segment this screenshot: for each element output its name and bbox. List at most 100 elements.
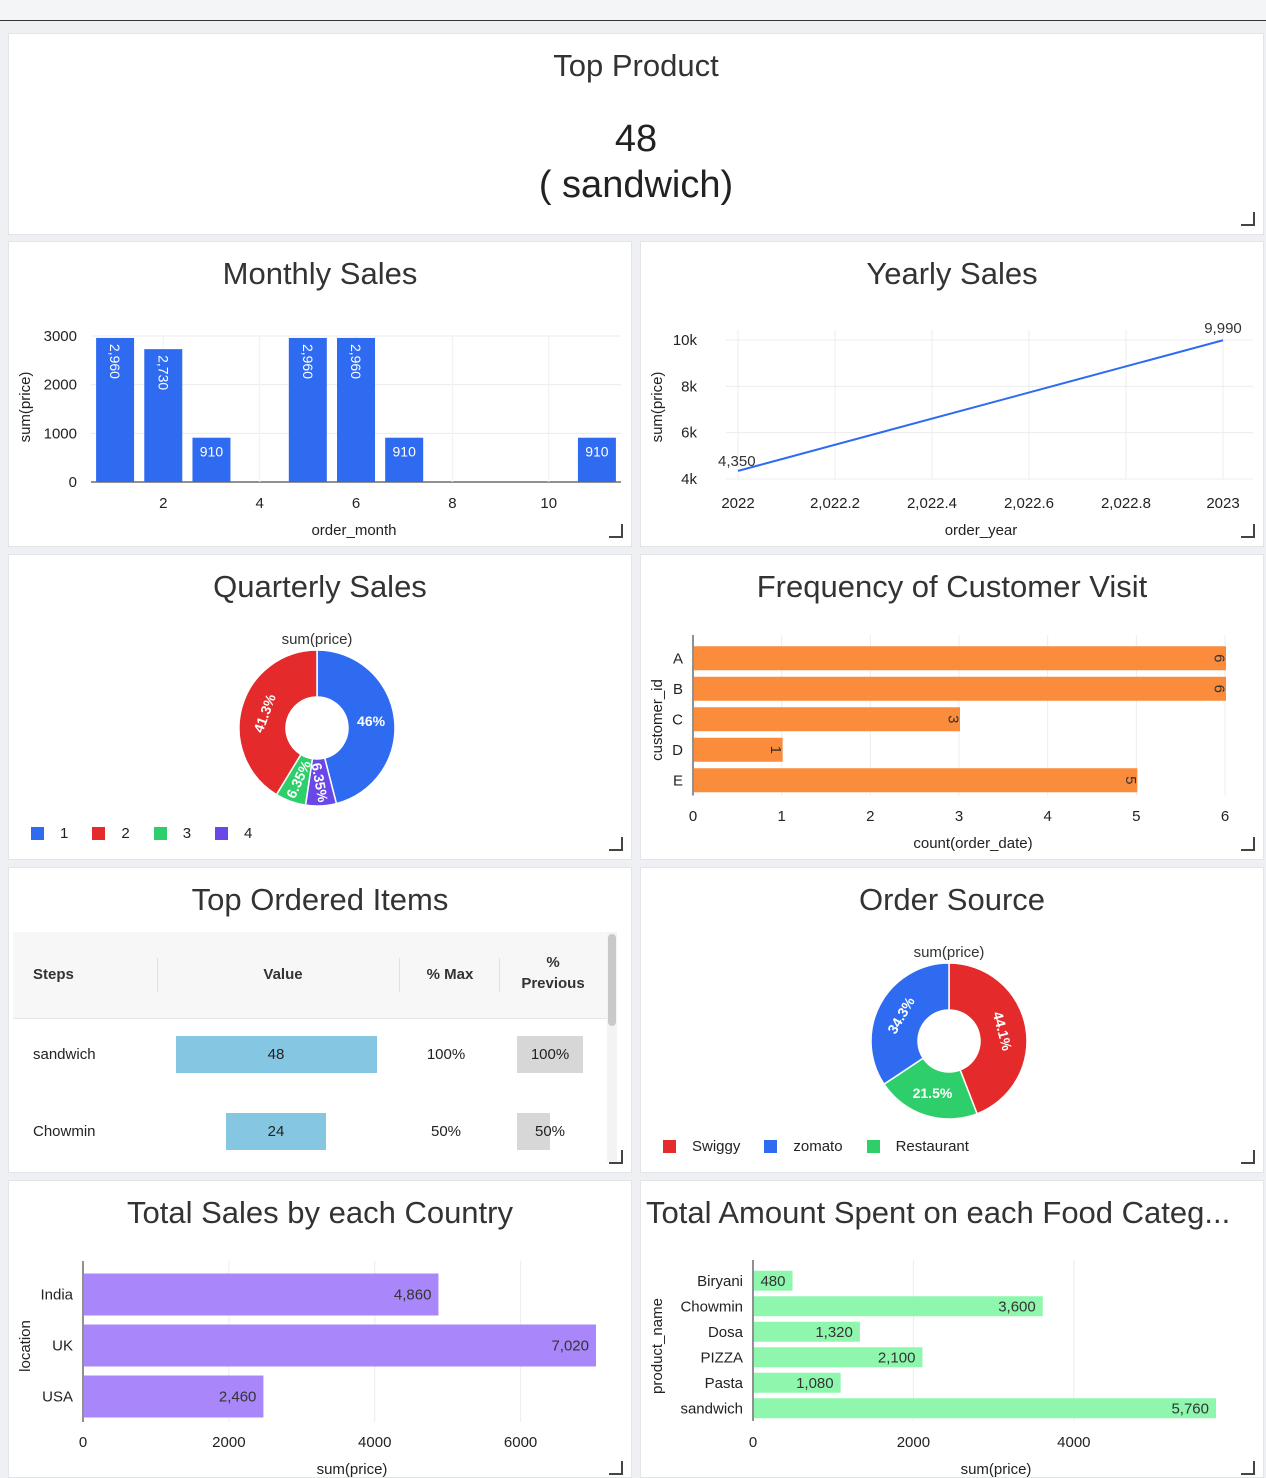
bar	[694, 646, 1226, 671]
bar	[694, 768, 1138, 793]
legend-item[interactable]: Restaurant	[866, 1138, 969, 1155]
data-label: 5	[1122, 776, 1139, 784]
funnel-previous-label: 50%	[534, 1123, 566, 1140]
y-tick-label: C	[672, 711, 683, 728]
x-tick-label: 4000	[358, 1434, 391, 1451]
data-label: 2,960	[107, 344, 123, 379]
header-previous-line1: %	[546, 954, 560, 971]
x-tick-label: 1	[777, 808, 785, 825]
legend-item[interactable]: Swiggy	[663, 1138, 740, 1155]
funnel-table-header: Steps Value % Max % Previous	[13, 932, 607, 1019]
x-axis-label: order_year	[945, 522, 1018, 539]
country-sales-chart: 0 2000 4000 6000 India 4,860 UK 7,020 USA 2,460 su…	[17, 1261, 596, 1478]
header-previous[interactable]: % Previous	[503, 954, 603, 992]
funnel-previous-label: 100%	[530, 1046, 570, 1063]
y-tick-label: 1000	[44, 425, 77, 442]
resize-handle[interactable]	[1241, 1461, 1255, 1475]
data-label: 910	[200, 444, 224, 460]
customer-visit-panel[interactable]: Frequency of Customer Visit 0123456A6B6C…	[640, 554, 1264, 860]
y-tick-label: B	[673, 681, 683, 698]
funnel-max-label: 50%	[430, 1123, 462, 1140]
customer-visit-chart: 0 1 2 3 4 5 6 A 6 B 6 C 3 D 1 E 5 count(order_date) custom…	[649, 635, 1229, 852]
y-tick-label: E	[673, 772, 683, 789]
funnel-value-label: 24	[267, 1123, 285, 1140]
legend-swatch	[663, 1140, 676, 1153]
bar	[84, 1273, 439, 1316]
funnel-step-label: Chowmin	[33, 1123, 96, 1140]
x-tick-label: 2022	[721, 495, 754, 512]
y-tick-label: Biryani	[697, 1273, 743, 1290]
legend-item[interactable]: zomato	[764, 1138, 843, 1155]
header-steps[interactable]: Steps	[33, 966, 74, 983]
y-tick-label: sandwich	[680, 1400, 743, 1417]
scrollbar[interactable]	[607, 932, 617, 1162]
y-tick-label: UK	[52, 1338, 73, 1355]
resize-handle[interactable]	[1241, 524, 1255, 538]
x-axis-label: sum(price)	[961, 1461, 1032, 1478]
x-tick-label: 2,022.8	[1101, 495, 1151, 512]
x-tick-label: 2,022.6	[1004, 495, 1054, 512]
x-tick-label: 0	[749, 1434, 757, 1451]
data-label: 9,990	[1204, 320, 1242, 337]
legend-swatch	[866, 1140, 880, 1153]
data-label: 480	[760, 1273, 785, 1290]
country-sales-panel[interactable]: Total Sales by each Country 0 2000 4000 600…	[8, 1180, 632, 1478]
legend-label: 4	[244, 825, 253, 842]
resize-handle[interactable]	[1241, 1150, 1255, 1164]
x-tick-label: 5	[1132, 808, 1140, 825]
data-label: 4,860	[394, 1287, 432, 1304]
quarterly-sales-panel[interactable]: Quarterly Sales 46% 6.35% 6.35% 41.3% sum(pr…	[8, 554, 632, 860]
data-label: 910	[393, 444, 417, 460]
app-top-bar	[0, 0, 1266, 21]
order-source-panel[interactable]: Order Source 44.1% 21.5% 34.3% sum(price) S…	[640, 867, 1264, 1173]
scrollbar-thumb[interactable]	[608, 934, 616, 1026]
legend-label: Swiggy	[692, 1138, 741, 1155]
monthly-sales-chart: 0 1000 2000 3000 2 4 6 8 10 2,960 2,730 910 2,960 2,9…	[17, 328, 621, 539]
legend-label: zomato	[793, 1138, 843, 1155]
x-tick-label: 2,022.4	[907, 495, 957, 512]
legend-swatch	[215, 827, 229, 840]
x-tick-label: 0	[689, 808, 697, 825]
monthly-sales-panel[interactable]: Monthly Sales 0 1000 2000 3000 2 4 6 8 10 2,960 2,…	[8, 241, 632, 547]
x-tick-label: 8	[448, 495, 456, 512]
legend-item[interactable]: 2	[92, 825, 130, 842]
resize-handle[interactable]	[609, 524, 623, 538]
y-axis-label: product_name	[649, 1298, 666, 1394]
data-label: 910	[585, 444, 609, 460]
series-line	[737, 339, 1224, 472]
legend-item[interactable]: 1	[31, 825, 68, 842]
resize-handle[interactable]	[1241, 837, 1255, 851]
top-product-panel[interactable]: Top Product 48 ( sandwich)	[8, 33, 1264, 235]
y-axis-label: sum(price)	[17, 372, 34, 443]
legend-item[interactable]: 4	[215, 825, 252, 842]
top-ordered-items-panel[interactable]: Top Ordered Items Steps Value % Max % Pre…	[8, 867, 632, 1173]
y-axis-label: location	[17, 1320, 34, 1372]
data-label: 2,730	[155, 355, 171, 390]
header-value[interactable]: Value	[163, 966, 403, 983]
order-source-legend: Swiggy zomato Restaurant	[663, 1138, 993, 1155]
x-tick-label: 3	[955, 808, 963, 825]
legend-item[interactable]: 3	[153, 825, 191, 842]
y-tick-label: 6k	[681, 425, 697, 442]
y-tick-label: 8k	[681, 378, 697, 395]
y-tick-label: D	[672, 742, 683, 759]
x-tick-label: 2	[866, 808, 874, 825]
top-product-subtitle: ( sandwich)	[538, 164, 734, 206]
food-category-panel[interactable]: Total Amount Spent on each Food Categ...…	[640, 1180, 1264, 1478]
resize-handle[interactable]	[609, 837, 623, 851]
yearly-sales-chart: 4k 6k 8k 10k 2022 2,022.2 2,022.4 2,022.6 2,022.…	[649, 320, 1253, 539]
quarterly-legend: 1 2 3 4	[31, 825, 276, 842]
x-axis-label: sum(price)	[317, 1461, 388, 1478]
header-max[interactable]: % Max	[405, 966, 495, 983]
resize-handle[interactable]	[609, 1461, 623, 1475]
header-previous-line2: Previous	[521, 975, 585, 992]
data-label: 6	[1211, 685, 1228, 693]
y-tick-label: 10k	[673, 332, 698, 349]
bar	[84, 1324, 596, 1367]
header-divider	[499, 958, 500, 992]
y-tick-label: Pasta	[705, 1375, 744, 1392]
resize-handle[interactable]	[609, 1150, 623, 1164]
x-tick-label: 0	[79, 1434, 87, 1451]
resize-handle[interactable]	[1241, 212, 1255, 226]
yearly-sales-panel[interactable]: Yearly Sales 4k 6k 8k 10k 2022 2,022.2 2,022.4…	[640, 241, 1264, 547]
